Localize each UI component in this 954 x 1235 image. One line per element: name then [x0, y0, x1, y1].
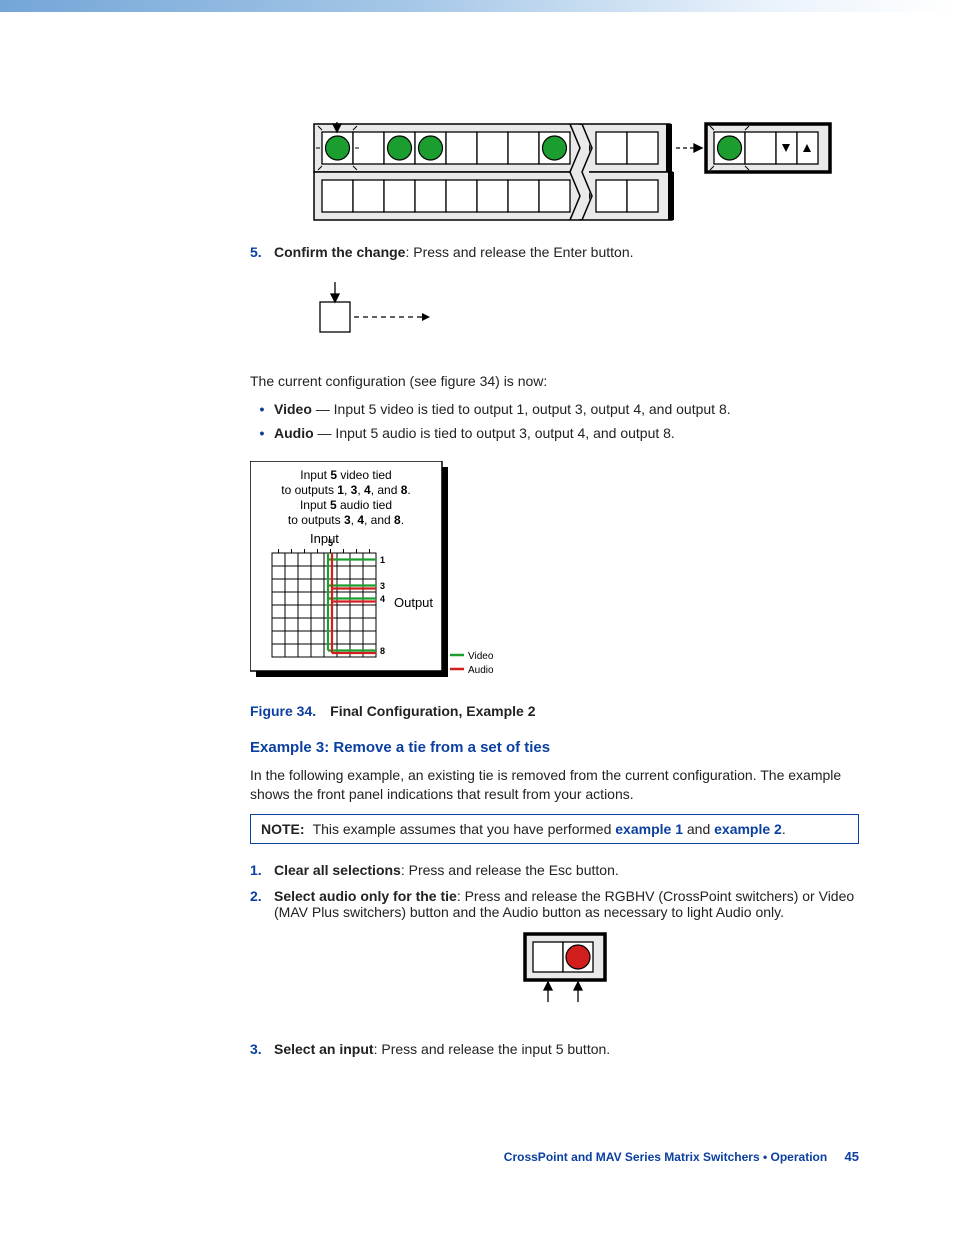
- bullet-video-r: — Input 5 video is tied to output 1, out…: [312, 401, 731, 417]
- step-1-rest: : Press and release the Esc button.: [401, 862, 619, 878]
- figure-34: Input 5 video tied to outputs 1, 3, 4, a…: [250, 461, 859, 681]
- svg-text:to outputs 1, 3, 4, and 8.: to outputs 1, 3, 4, and 8.: [281, 483, 411, 497]
- figure-button-panel: [284, 122, 859, 222]
- note-t2: and: [683, 821, 714, 837]
- ex3-step-1: 1. Clear all selections: Press and relea…: [250, 862, 859, 878]
- svg-text:4: 4: [380, 594, 385, 604]
- note-box: NOTE: This example assumes that you have …: [250, 814, 859, 844]
- step-2-bold: Select audio only for the tie: [274, 888, 457, 904]
- bullet-dot: •: [250, 401, 274, 417]
- note-t1: This example assumes that you have perfo…: [313, 821, 616, 837]
- ex3-step-3: 3. Select an input: Press and release th…: [250, 1041, 859, 1057]
- bullet-video-b: Video: [274, 401, 312, 417]
- figure-title: Final Configuration, Example 2: [330, 703, 535, 719]
- link-example-1[interactable]: example 1: [615, 821, 683, 837]
- figure-single-button: [284, 280, 859, 350]
- svg-text:to outputs 3, 4, and 8.: to outputs 3, 4, and 8.: [288, 513, 404, 527]
- config-intro: The current configuration (see figure 34…: [250, 372, 859, 391]
- step-number: 1.: [250, 862, 274, 878]
- svg-text:Input 5 audio tied: Input 5 audio tied: [300, 498, 392, 512]
- footer-title: CrossPoint and MAV Series Matrix Switche…: [504, 1150, 827, 1164]
- svg-text:Output: Output: [394, 595, 433, 610]
- figure-label: Figure 34.: [250, 703, 316, 719]
- heading-example-3: Example 3: Remove a tie from a set of ti…: [250, 739, 859, 756]
- svg-text:5: 5: [328, 538, 333, 548]
- ex3-step-2: 2. Select audio only for the tie: Press …: [250, 888, 859, 920]
- svg-text:Video: Video: [468, 651, 494, 662]
- svg-text:Audio: Audio: [468, 665, 494, 676]
- bullet-video: • Video — Input 5 video is tied to outpu…: [250, 401, 859, 417]
- header-gradient-bar: [0, 0, 954, 12]
- note-t3: .: [782, 821, 786, 837]
- step-number: 5.: [250, 244, 274, 260]
- step-5: 5. Confirm the change: Press and release…: [250, 244, 859, 260]
- svg-text:8: 8: [380, 646, 385, 656]
- step-1-bold: Clear all selections: [274, 862, 401, 878]
- note-label: NOTE:: [261, 821, 305, 837]
- bullet-audio-r: — Input 5 audio is tied to output 3, out…: [314, 425, 675, 441]
- link-example-2[interactable]: example 2: [714, 821, 782, 837]
- step-3-rest: : Press and release the input 5 button.: [374, 1041, 611, 1057]
- footer-page-number: 45: [845, 1149, 859, 1164]
- svg-text:1: 1: [380, 555, 385, 565]
- svg-text:Input 5 video tied: Input 5 video tied: [300, 468, 391, 482]
- example-3-intro: In the following example, an existing ti…: [250, 766, 859, 804]
- svg-text:Input: Input: [310, 531, 339, 546]
- bullet-dot: •: [250, 425, 274, 441]
- page-footer: CrossPoint and MAV Series Matrix Switche…: [504, 1149, 859, 1164]
- bullet-audio-b: Audio: [274, 425, 314, 441]
- step-number: 2.: [250, 888, 274, 920]
- step-5-bold: Confirm the change: [274, 244, 405, 260]
- figure-34-caption: Figure 34. Final Configuration, Example 2: [250, 703, 859, 719]
- step-number: 3.: [250, 1041, 274, 1057]
- figure-two-button-panel: [274, 930, 859, 1011]
- step-3-bold: Select an input: [274, 1041, 374, 1057]
- step-5-rest: : Press and release the Enter button.: [405, 244, 633, 260]
- bullet-audio: • Audio — Input 5 audio is tied to outpu…: [250, 425, 859, 441]
- svg-text:3: 3: [380, 581, 385, 591]
